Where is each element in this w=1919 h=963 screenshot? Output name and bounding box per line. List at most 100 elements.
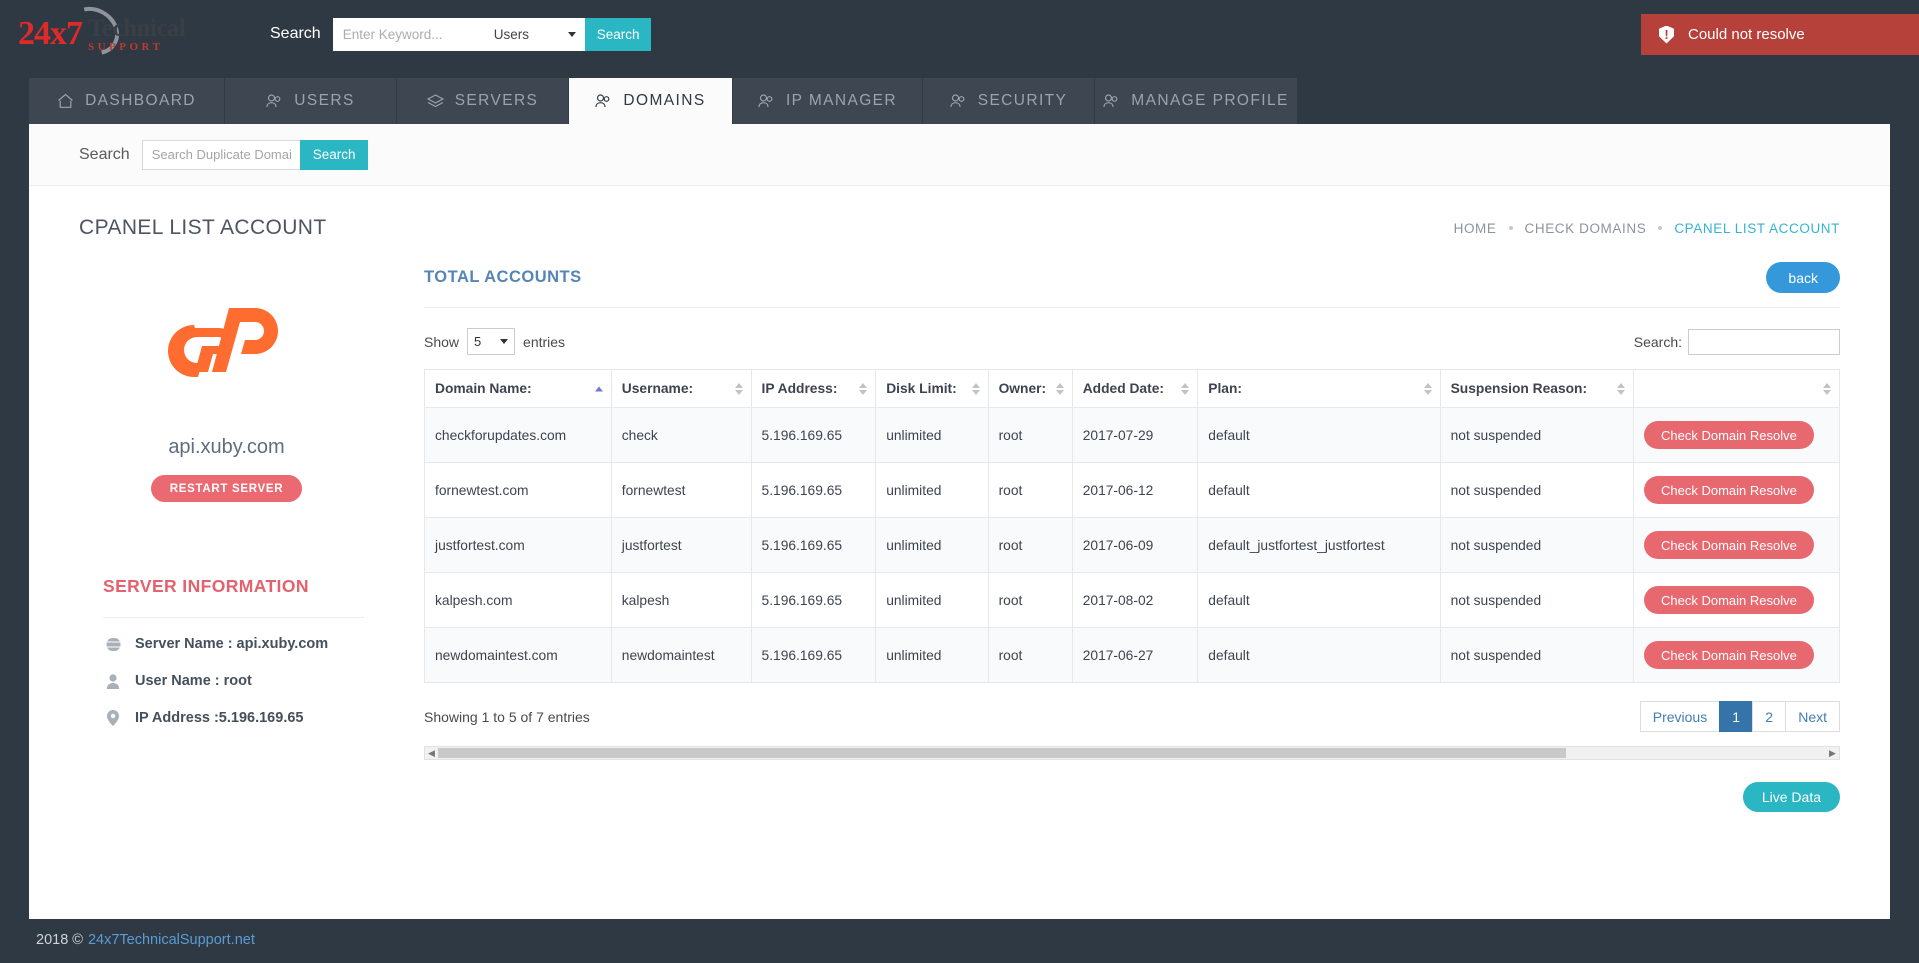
sort-icon [1181, 383, 1189, 395]
column-header-plan[interactable]: Plan: [1198, 370, 1440, 408]
cell-suspension: not suspended [1440, 463, 1633, 518]
cell-ip: 5.196.169.65 [751, 573, 876, 628]
server-information-block: SERVER INFORMATION Server Name : api.xub… [29, 576, 424, 726]
cell-added: 2017-06-09 [1072, 518, 1198, 573]
column-header-suspension-reason[interactable]: Suspension Reason: [1440, 370, 1633, 408]
check-domain-resolve-button[interactable]: Check Domain Resolve [1644, 531, 1814, 559]
check-domain-resolve-button[interactable]: Check Domain Resolve [1644, 586, 1814, 614]
nav-label: DASHBOARD [85, 92, 196, 110]
table-row: kalpesh.com kalpesh 5.196.169.65 unlimit… [425, 573, 1840, 628]
column-label: Suspension Reason: [1451, 381, 1587, 396]
live-data-button[interactable]: Live Data [1743, 782, 1840, 812]
cell-plan: default [1198, 628, 1440, 683]
nav-item-dashboard[interactable]: DASHBOARD [29, 78, 225, 124]
scrollbar-thumb[interactable] [438, 748, 1566, 758]
cell-action: Check Domain Resolve [1634, 628, 1840, 683]
breadcrumb-home[interactable]: HOME [1454, 221, 1497, 236]
server-info-row: User Name : root [103, 673, 364, 689]
back-button[interactable]: back [1766, 262, 1840, 293]
column-label: Owner: [999, 381, 1047, 396]
cell-plan: default_justfortest_justfortest [1198, 518, 1440, 573]
table-row: fornewtest.com fornewtest 5.196.169.65 u… [425, 463, 1840, 518]
column-header-domain-name[interactable]: Domain Name: [425, 370, 612, 408]
pagination-page-2[interactable]: 2 [1752, 701, 1786, 732]
sort-icon [735, 383, 743, 395]
horizontal-scrollbar[interactable]: ◀ ▶ [424, 746, 1840, 760]
datatable-footer: Showing 1 to 5 of 7 entries Previous 1 2… [424, 683, 1840, 732]
site-logo[interactable]: 24x7 Technical SUPPORT [18, 6, 198, 62]
nav-item-domains[interactable]: DOMAINS [569, 78, 733, 124]
column-header-ip-address[interactable]: IP Address: [751, 370, 876, 408]
check-domain-resolve-button[interactable]: Check Domain Resolve [1644, 641, 1814, 669]
server-name-heading: api.xuby.com [29, 436, 424, 459]
restart-server-button[interactable]: RESTART SERVER [151, 475, 303, 502]
nav-label: IP MANAGER [786, 92, 897, 110]
duplicate-domain-input[interactable] [142, 140, 300, 170]
cell-action: Check Domain Resolve [1634, 463, 1840, 518]
pagination-next[interactable]: Next [1785, 701, 1840, 732]
table-head: Domain Name: Username: IP Address: [425, 370, 1840, 408]
shield-alert-icon [1659, 26, 1674, 44]
divider [103, 617, 364, 618]
entries-label: entries [523, 334, 565, 350]
pagination-page-1[interactable]: 1 [1719, 701, 1753, 732]
cell-username: justfortest [611, 518, 751, 573]
location-pin-icon [103, 710, 123, 726]
users-icon [266, 93, 283, 109]
server-sidebar: api.xuby.com RESTART SERVER SERVER INFOR… [29, 262, 424, 760]
cell-action: Check Domain Resolve [1634, 518, 1840, 573]
column-label: Disk Limit: [886, 381, 957, 396]
global-search: Search Users Search [270, 18, 651, 51]
main-nav: DASHBOARD USERS SERVERS DOMAINS IP MANAG… [0, 68, 1919, 124]
scroll-left-icon[interactable]: ◀ [425, 747, 438, 759]
column-header-owner[interactable]: Owner: [988, 370, 1072, 408]
page-length-select[interactable]: 5 [467, 328, 515, 355]
cell-disk: unlimited [876, 573, 988, 628]
cell-plan: default [1198, 408, 1440, 463]
column-header-actions[interactable] [1634, 370, 1840, 408]
table-body: checkforupdates.com check 5.196.169.65 u… [425, 408, 1840, 683]
check-domain-resolve-button[interactable]: Check Domain Resolve [1644, 476, 1814, 504]
cell-added: 2017-07-29 [1072, 408, 1198, 463]
cell-suspension: not suspended [1440, 518, 1633, 573]
global-search-scope-select[interactable]: Users [485, 18, 585, 51]
show-label: Show [424, 334, 459, 350]
cell-disk: unlimited [876, 518, 988, 573]
column-header-added-date[interactable]: Added Date: [1072, 370, 1198, 408]
global-search-button[interactable]: Search [585, 18, 652, 51]
cell-suspension: not suspended [1440, 628, 1633, 683]
column-header-username[interactable]: Username: [611, 370, 751, 408]
global-search-input[interactable] [333, 18, 485, 51]
cell-suspension: not suspended [1440, 408, 1633, 463]
check-domain-resolve-button[interactable]: Check Domain Resolve [1644, 421, 1814, 449]
pagination-previous[interactable]: Previous [1640, 701, 1720, 732]
datatable-search-input[interactable] [1688, 329, 1840, 355]
server-info-text: IP Address :5.196.169.65 [135, 710, 303, 726]
logo-24x7-text: 24x7 [18, 17, 82, 51]
nav-item-users[interactable]: USERS [225, 78, 397, 124]
cell-username: fornewtest [611, 463, 751, 518]
duplicate-domain-search-button[interactable]: Search [300, 140, 369, 170]
nav-item-ip-manager[interactable]: IP MANAGER [733, 78, 923, 124]
cell-action: Check Domain Resolve [1634, 573, 1840, 628]
table-row: justfortest.com justfortest 5.196.169.65… [425, 518, 1840, 573]
logo-support-text: SUPPORT [88, 42, 185, 53]
nav-item-servers[interactable]: SERVERS [397, 78, 569, 124]
home-icon [57, 93, 74, 109]
cell-added: 2017-06-12 [1072, 463, 1198, 518]
ip-manager-icon [758, 93, 775, 109]
table-row: newdomaintest.com newdomaintest 5.196.16… [425, 628, 1840, 683]
manage-profile-icon [1103, 93, 1120, 109]
column-header-disk-limit[interactable]: Disk Limit: [876, 370, 988, 408]
alert-banner[interactable]: Could not resolve [1641, 14, 1919, 55]
breadcrumb-check-domains[interactable]: CHECK DOMAINS [1525, 221, 1647, 236]
server-info-text: Server Name : api.xuby.com [135, 636, 328, 652]
nav-item-manage-profile[interactable]: MANAGE PROFILE [1095, 78, 1297, 124]
column-label: Plan: [1208, 381, 1242, 396]
table-header-row: Domain Name: Username: IP Address: [425, 370, 1840, 408]
footer-link[interactable]: 24x7TechnicalSupport.net [88, 932, 255, 948]
nav-item-security[interactable]: SECURITY [923, 78, 1095, 124]
server-information-heading: SERVER INFORMATION [103, 576, 364, 597]
scroll-right-icon[interactable]: ▶ [1826, 747, 1839, 759]
nav-label: SECURITY [978, 92, 1068, 110]
